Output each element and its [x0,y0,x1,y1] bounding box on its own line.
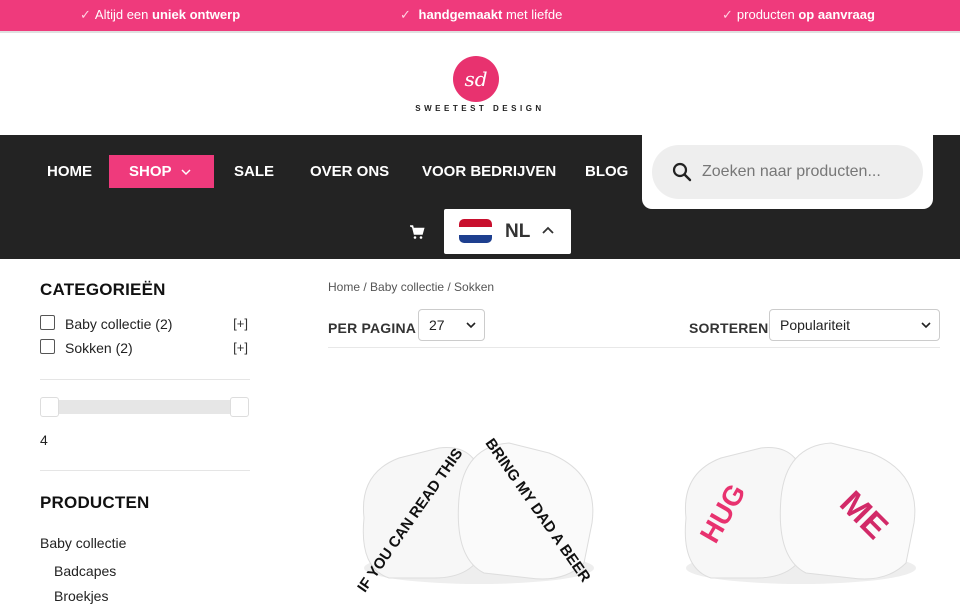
nav-over-ons[interactable]: OVER ONS [310,155,389,188]
products-heading: PRODUCTEN [40,493,150,512]
logo-monogram[interactable]: sd [453,56,499,102]
logo-wordmark[interactable]: SWEETEST DESIGN [380,104,580,113]
usp-handmade: ✓ handgemaakt met liefde [400,7,563,22]
cart-icon[interactable] [409,224,425,240]
nav-sale[interactable]: SALE [234,155,274,188]
nav-shop[interactable]: SHOP [109,155,214,188]
usp-bar: ✓ Altijd een uniek ontwerp ✓ handgemaakt … [0,0,960,33]
search-panel [642,135,933,209]
check-icon: ✓ [722,7,733,22]
categories-heading: CATEGORIEËN [40,280,166,299]
category-expand-toggle[interactable]: [+] [233,340,248,355]
category-count: (2) [115,340,133,356]
chevron-down-icon [466,322,476,329]
usp-on-request: ✓ producten op aanvraag [722,7,875,22]
range-handle-max[interactable] [230,397,249,417]
language-code: NL [505,221,531,242]
usp-unique-design: ✓ Altijd een uniek ontwerp [80,7,241,22]
search-input[interactable] [702,159,912,185]
product-category-link[interactable]: Baby collectie [40,535,126,551]
breadcrumb[interactable]: Home / Baby collectie / Sokken [328,280,494,294]
category-checkbox[interactable] [40,315,55,330]
product-image-socks-hug-me[interactable]: HUG ME [666,428,936,598]
flag-nl-icon [459,219,492,243]
check-icon: ✓ [80,7,91,22]
divider [328,347,940,348]
sort-select[interactable]: Populariteit [769,309,940,341]
category-label: Baby collectie [65,316,152,332]
category-label: Sokken [65,340,112,356]
divider [40,470,250,471]
range-handle-min[interactable] [40,397,59,417]
main-navigation: HOME SHOP SALE OVER ONS VOOR BEDRIJVEN B… [0,135,960,259]
site-header: sd SWEETEST DESIGN [0,35,960,135]
category-filter-item[interactable]: Baby collectie (2) [+] [40,315,250,335]
category-count: (2) [155,316,173,332]
category-filter-item[interactable]: Sokken (2) [+] [40,339,250,359]
chevron-up-icon [542,226,554,234]
nav-blog[interactable]: BLOG [585,155,628,188]
product-image-socks-beer[interactable]: IF YOU CAN READ THIS BRING MY DAD A BEER [344,428,614,598]
search-icon[interactable] [672,162,692,182]
per-page-select[interactable]: 27 [418,309,485,341]
sort-label: SORTEREN [689,320,769,336]
divider [40,379,250,380]
language-switcher[interactable]: NL [444,209,571,254]
range-value: 4 [40,432,48,448]
check-icon: ✓ [400,7,411,22]
product-category-link[interactable]: Broekjes [54,588,108,604]
category-checkbox[interactable] [40,339,55,354]
per-page-label: PER PAGINA [328,320,417,336]
category-expand-toggle[interactable]: [+] [233,316,248,331]
price-range-track[interactable] [50,400,240,414]
search-field[interactable] [652,145,923,199]
chevron-down-icon [181,169,191,176]
nav-voor-bedrijven[interactable]: VOOR BEDRIJVEN [422,155,556,188]
nav-home[interactable]: HOME [47,155,92,188]
chevron-down-icon [921,322,931,329]
product-category-link[interactable]: Badcapes [54,563,116,579]
